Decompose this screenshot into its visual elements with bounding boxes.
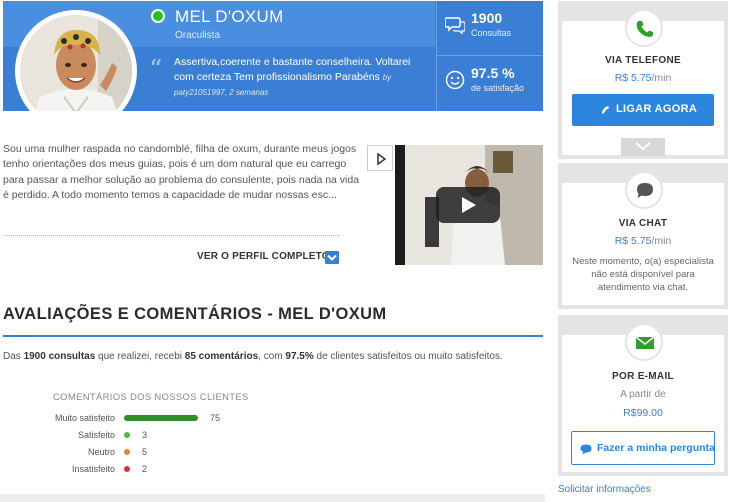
rating-count: 75 [210,413,221,423]
reviews-summary: Das 1900 consultas que realizei, recebi … [3,351,503,362]
video-player[interactable] [395,145,543,265]
chat-icon [580,444,592,455]
rating-row: Muito satisfeito 75 [0,412,300,426]
stat-satisfaction: 97.5 % de satisfação [437,56,543,111]
rating-row: Neutro 5 [0,446,300,460]
summary-text: Das [3,351,24,362]
call-now-label: LIGAR AGORA [616,103,698,115]
bio-divider [3,235,340,236]
online-status-dot [151,9,165,23]
chat-card-title: VIA CHAT [618,218,668,229]
rating-bar [124,432,130,438]
email-price: R$99.00 [623,407,663,419]
summary-text: que realizei, recebi [95,351,185,362]
phone-icon [602,106,609,114]
summary-consultations: 1900 consultas [23,351,96,362]
rating-count: 2 [142,464,148,474]
stats-panel: 1900 Consultas 97.5 % de satisfação [436,1,543,111]
stat-consultations: 1900 Consultas [437,1,543,56]
chat-price-unit: /min [651,235,672,247]
phone-card-title: VIA TELEFONE [604,55,681,66]
call-now-button[interactable]: LIGAR AGORA [572,94,714,126]
satisfaction-label: de satisfação [471,83,525,93]
ask-question-label: Fazer a minha pergunta [597,442,715,454]
phone-price-unit: /min [651,72,672,84]
phone-contact-card: VIA TELEFONE R$ 5.75/min LIGAR AGORA [558,1,728,159]
client-comments-heading: COMENTÁRIOS DOS NOSSOS CLIENTES [53,392,249,403]
play-icon [377,152,387,166]
rating-label: Insatisfeito [71,464,115,474]
email-price-prefix: A partir de [620,389,666,400]
featured-review-text: Assertiva,coerente e bastante conselheir… [174,56,411,83]
email-contact-card: POR E-MAIL A partir de R$99.00 Fazer a m… [558,315,728,476]
expand-phone-options[interactable] [621,138,665,156]
rating-label: Neutro [87,447,115,457]
expert-name[interactable]: MEL D'OXUM [175,7,284,27]
consultations-count: 1900 [471,10,503,26]
summary-text: , com [258,351,286,362]
rating-row: Insatisfeito 2 [0,463,300,477]
chat-icon [625,171,663,209]
chat-contact-card: VIA CHAT R$ 5.75/min Neste momento, o(a)… [558,163,728,309]
consultations-label: Consultas [471,28,512,38]
phone-price: R$ 5.75/min [562,72,724,84]
section-footer-band [0,494,545,502]
email-card-title: POR E-MAIL [612,371,674,382]
chat-price-value: R$ 5.75 [614,235,652,247]
video-play-button[interactable] [436,187,500,223]
reviews-heading: AVALIAÇÕES E COMENTÁRIOS - MEL D'OXUM [3,305,387,323]
rating-label: Satisfeito [77,430,115,440]
chat-unavailable-note: Neste momento, o(a) especialista não est… [572,256,714,293]
reviews-divider [3,335,543,337]
expert-bio: Sou uma mulher raspada no candomblé, fil… [3,143,360,201]
rating-count: 5 [142,447,148,457]
rating-bar [124,415,198,421]
rating-row: Satisfeito 3 [0,429,300,443]
summary-percent: 97.5% [285,351,314,362]
email-icon [625,323,663,361]
video-play-toggle[interactable] [367,145,393,171]
chevron-down-icon[interactable] [325,251,339,264]
rating-count: 3 [142,430,148,440]
rating-bar [124,449,130,455]
chevron-down-icon [635,142,651,151]
rating-bar [124,466,130,472]
summary-comments: 85 comentários [184,351,259,362]
summary-text: de clientes satisfeitos ou muito satisfe… [313,351,503,362]
ask-question-button[interactable]: Fazer a minha pergunta [571,431,715,465]
expert-role: Oraculista [175,30,221,41]
satisfaction-value: 97.5 % [471,65,515,81]
smiley-icon [445,70,465,90]
request-info-link[interactable]: Solicitar informações [558,484,651,495]
profile-header: MEL D'OXUM Oraculista “ Assertiva,coeren… [3,1,543,111]
featured-review: Assertiva,coerente e bastante conselheir… [174,55,428,100]
chat-price: R$ 5.75/min [562,235,724,247]
view-full-profile-link[interactable]: VER O PERFIL COMPLETO [197,251,330,262]
rating-label: Muito satisfeito [54,413,115,423]
quote-icon: “ [149,55,163,85]
phone-price-value: R$ 5.75 [614,72,652,84]
chat-bubbles-icon [444,15,466,35]
phone-icon [625,9,663,47]
